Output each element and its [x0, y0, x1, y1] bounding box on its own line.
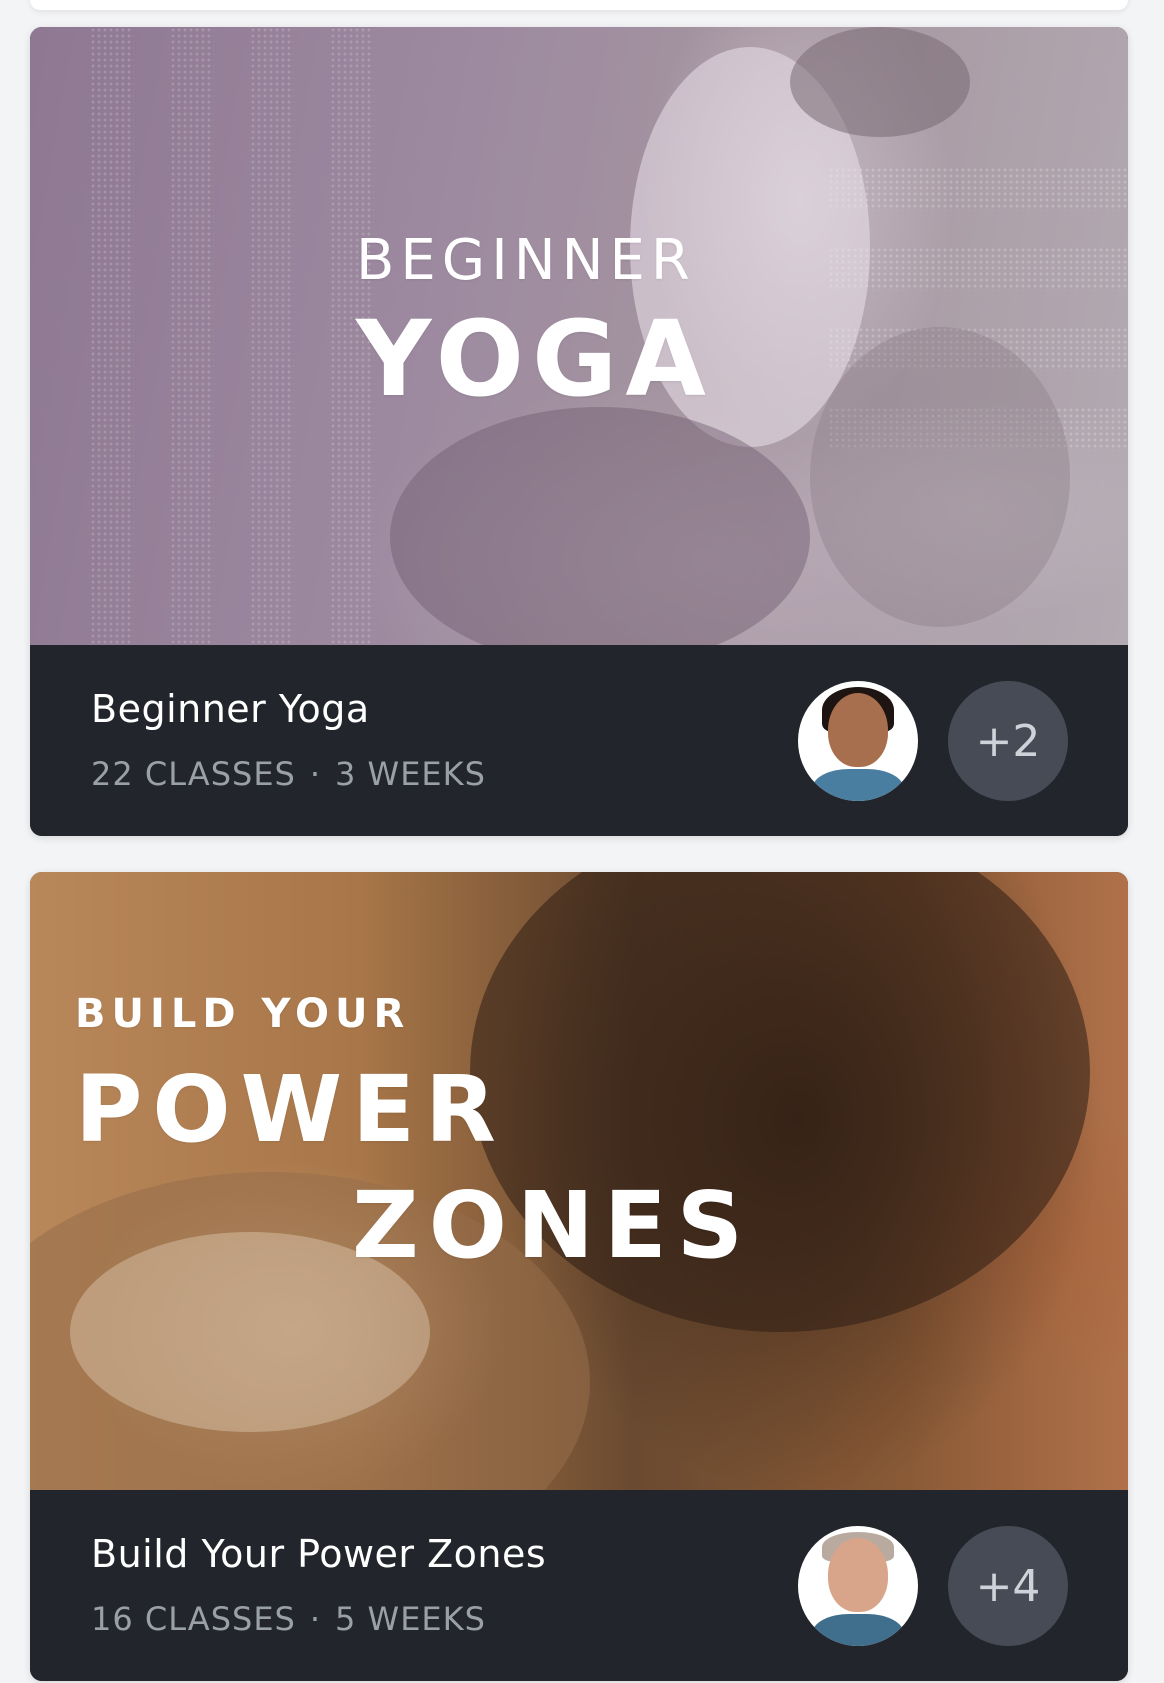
- previous-card-edge[interactable]: [30, 0, 1128, 10]
- avatar-face: [828, 1538, 888, 1612]
- program-info-bar: Build Your Power Zones 16 CLASSES · 5 WEEK…: [30, 1490, 1128, 1681]
- instructor-avatar[interactable]: [798, 1526, 918, 1646]
- more-instructors-badge[interactable]: +4: [948, 1526, 1068, 1646]
- meta-separator: ·: [309, 1600, 322, 1638]
- yoga-figure-arm: [810, 327, 1070, 627]
- program-title: Beginner Yoga: [91, 687, 370, 731]
- program-hero-image: BEGINNER YOGA: [30, 27, 1128, 645]
- more-instructors-badge[interactable]: +2: [948, 681, 1068, 801]
- hero-title-line1: BUILD YOUR: [75, 991, 411, 1037]
- decorative-stripe: [828, 167, 1128, 211]
- duration-weeks: 5 WEEKS: [335, 1600, 486, 1638]
- hero-title-line1: BEGINNER: [356, 228, 696, 293]
- hero-title-line2: POWER: [75, 1056, 506, 1163]
- hero-title-line3: ZONES: [352, 1172, 754, 1279]
- decorative-stripe: [170, 27, 214, 645]
- meta-separator: ·: [309, 755, 322, 793]
- class-count: 22 CLASSES: [91, 755, 296, 793]
- decorative-stripe: [250, 27, 294, 645]
- yoga-figure-head: [790, 27, 970, 137]
- program-list: BEGINNER YOGA Beginner Yoga 22 CLASSES · 3…: [0, 0, 1164, 1683]
- program-title: Build Your Power Zones: [91, 1532, 547, 1576]
- decorative-stripe: [90, 27, 134, 645]
- avatar-shirt: [812, 1614, 904, 1646]
- avatar-shirt: [812, 769, 904, 801]
- instructor-avatar[interactable]: [798, 681, 918, 801]
- program-meta: 22 CLASSES · 3 WEEKS: [91, 755, 486, 793]
- avatar-face: [828, 693, 888, 767]
- class-count: 16 CLASSES: [91, 1600, 296, 1638]
- decorative-stripe: [828, 247, 1128, 291]
- hero-title-line2: YOGA: [356, 298, 714, 420]
- program-card-build-your-power-zones[interactable]: BUILD YOUR POWER ZONES Build Your Power …: [30, 872, 1128, 1681]
- duration-weeks: 3 WEEKS: [335, 755, 486, 793]
- program-meta: 16 CLASSES · 5 WEEKS: [91, 1600, 486, 1638]
- program-hero-image: BUILD YOUR POWER ZONES: [30, 872, 1128, 1490]
- program-card-beginner-yoga[interactable]: BEGINNER YOGA Beginner Yoga 22 CLASSES · 3…: [30, 27, 1128, 836]
- program-info-bar: Beginner Yoga 22 CLASSES · 3 WEEKS +2: [30, 645, 1128, 836]
